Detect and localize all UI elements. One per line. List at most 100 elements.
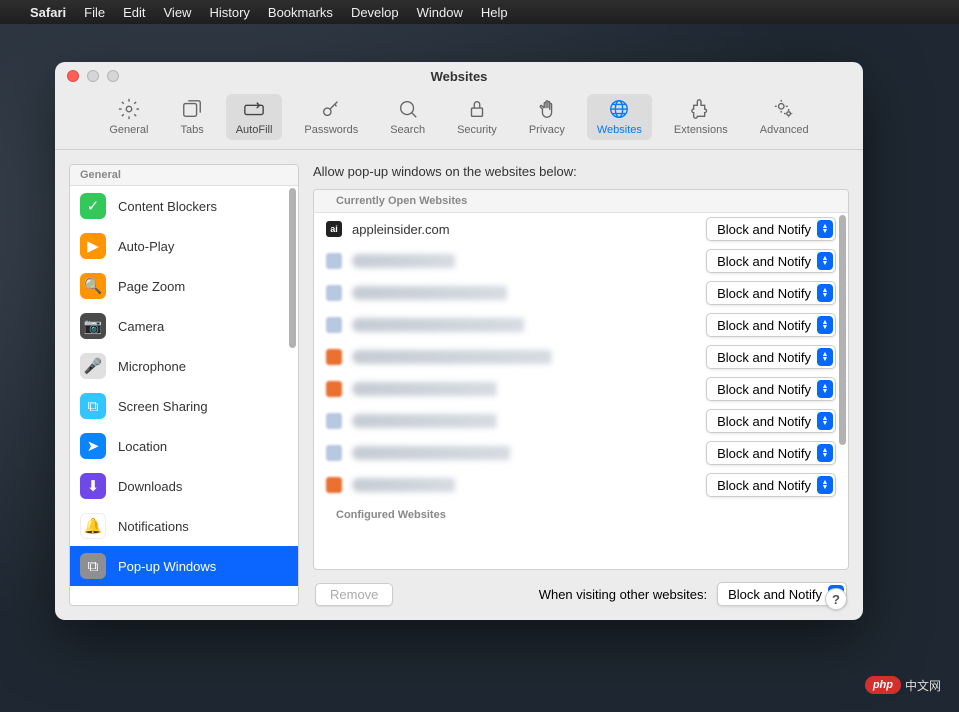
setting-dropdown[interactable]: Block and Notify▲▼ [706, 409, 836, 433]
watermark-badge: php [865, 676, 901, 694]
watermark-text: 中文网 [905, 677, 941, 694]
setting-dropdown[interactable]: Block and Notify▲▼ [706, 281, 836, 305]
sidebar-item-notifications[interactable]: 🔔Notifications [70, 506, 298, 546]
domain-redacted [352, 318, 696, 332]
table-row[interactable]: ai appleinsider.com Block and Notify▲▼ [314, 213, 848, 245]
dropdown-arrows-icon: ▲▼ [817, 444, 833, 462]
table-scrollbar[interactable] [839, 215, 846, 445]
domain-redacted [352, 382, 696, 396]
dropdown-value: Block and Notify [717, 414, 811, 429]
tab-label: General [109, 124, 148, 136]
location-icon: ➤ [80, 433, 106, 459]
tab-label: Security [457, 124, 497, 136]
menu-bookmarks[interactable]: Bookmarks [268, 5, 333, 20]
domain-redacted [352, 254, 696, 268]
preferences-window: Websites General Tabs AutoFill Passwords… [55, 62, 863, 620]
tab-autofill[interactable]: AutoFill [226, 94, 283, 140]
sidebar-item-label: Notifications [118, 519, 189, 534]
window-title: Websites [55, 69, 863, 84]
microphone-icon: 🎤 [80, 353, 106, 379]
menu-edit[interactable]: Edit [123, 5, 145, 20]
tab-privacy[interactable]: Privacy [519, 94, 575, 140]
sidebar-item-content-blockers[interactable]: ✓Content Blockers [70, 186, 298, 226]
menu-file[interactable]: File [84, 5, 105, 20]
menu-window[interactable]: Window [417, 5, 463, 20]
menu-help[interactable]: Help [481, 5, 508, 20]
dropdown-arrows-icon: ▲▼ [817, 220, 833, 238]
sidebar-item-page-zoom[interactable]: 🔍Page Zoom [70, 266, 298, 306]
popup-icon: ⧉ [80, 553, 106, 579]
setting-dropdown[interactable]: Block and Notify▲▼ [706, 473, 836, 497]
tab-advanced[interactable]: Advanced [750, 94, 819, 140]
table-row[interactable]: Block and Notify▲▼ [314, 341, 848, 373]
sidebar-item-label: Content Blockers [118, 199, 217, 214]
puzzle-icon [690, 98, 712, 120]
table-section-header: Currently Open Websites [314, 190, 848, 213]
remove-button[interactable]: Remove [315, 583, 393, 606]
domain-redacted [352, 414, 696, 428]
domain-redacted [352, 478, 696, 492]
sidebar-item-auto-play[interactable]: ▶Auto-Play [70, 226, 298, 266]
close-window-button[interactable] [67, 70, 79, 82]
sidebar-scrollbar[interactable] [289, 188, 296, 348]
tab-extensions[interactable]: Extensions [664, 94, 738, 140]
dropdown-arrows-icon: ▲▼ [817, 476, 833, 494]
favicon-icon [326, 285, 342, 301]
tab-security[interactable]: Security [447, 94, 507, 140]
setting-dropdown[interactable]: Block and Notify▲▼ [706, 377, 836, 401]
setting-dropdown[interactable]: Block and Notify▲▼ [706, 441, 836, 465]
dropdown-value: Block and Notify [717, 254, 811, 269]
sidebar-list[interactable]: ✓Content Blockers ▶Auto-Play 🔍Page Zoom … [70, 186, 298, 605]
tab-tabs[interactable]: Tabs [170, 94, 213, 140]
table-row[interactable]: Block and Notify▲▼ [314, 309, 848, 341]
traffic-lights [67, 70, 119, 82]
tab-label: Privacy [529, 124, 565, 136]
dropdown-arrows-icon: ▲▼ [817, 348, 833, 366]
sidebar-item-popup-windows[interactable]: ⧉Pop-up Windows [70, 546, 298, 586]
menu-history[interactable]: History [209, 5, 249, 20]
camera-icon: 📷 [80, 313, 106, 339]
app-menu[interactable]: Safari [30, 5, 66, 20]
sidebar-item-camera[interactable]: 📷Camera [70, 306, 298, 346]
help-button[interactable]: ? [825, 588, 847, 610]
dropdown-value: Block and Notify [717, 222, 811, 237]
tab-passwords[interactable]: Passwords [294, 94, 368, 140]
domain-redacted [352, 350, 696, 364]
favicon-icon [326, 253, 342, 269]
domain-redacted [352, 446, 696, 460]
table-row[interactable]: Block and Notify▲▼ [314, 405, 848, 437]
panel-heading: Allow pop-up windows on the websites bel… [313, 164, 849, 179]
sidebar: General ✓Content Blockers ▶Auto-Play 🔍Pa… [69, 164, 299, 606]
tab-general[interactable]: General [99, 94, 158, 140]
zoom-window-button[interactable] [107, 70, 119, 82]
dropdown-value: Block and Notify [717, 286, 811, 301]
dropdown-value: Block and Notify [717, 318, 811, 333]
setting-dropdown[interactable]: Block and Notify ▲▼ [706, 217, 836, 241]
sidebar-item-label: Page Zoom [118, 279, 185, 294]
table-row[interactable]: Block and Notify▲▼ [314, 277, 848, 309]
table-row[interactable]: Block and Notify▲▼ [314, 245, 848, 277]
sidebar-item-screen-sharing[interactable]: ⧉Screen Sharing [70, 386, 298, 426]
minimize-window-button[interactable] [87, 70, 99, 82]
sidebar-item-microphone[interactable]: 🎤Microphone [70, 346, 298, 386]
table-row[interactable]: Block and Notify▲▼ [314, 437, 848, 469]
table-row[interactable]: Block and Notify▲▼ [314, 373, 848, 405]
tab-search[interactable]: Search [380, 94, 435, 140]
sidebar-item-downloads[interactable]: ⬇Downloads [70, 466, 298, 506]
window-titlebar[interactable]: Websites [55, 62, 863, 90]
setting-dropdown[interactable]: Block and Notify▲▼ [706, 249, 836, 273]
sidebar-item-location[interactable]: ➤ Location [70, 426, 298, 466]
setting-dropdown[interactable]: Block and Notify▲▼ [706, 313, 836, 337]
watermark: php 中文网 [865, 676, 941, 694]
tab-websites[interactable]: Websites [587, 94, 652, 140]
sidebar-item-label: Location [118, 439, 167, 454]
system-menubar: Safari File Edit View History Bookmarks … [0, 0, 959, 24]
table-section-header-configured: Configured Websites [314, 501, 848, 525]
menu-view[interactable]: View [164, 5, 192, 20]
sidebar-section-header: General [70, 165, 298, 186]
gear-icon [118, 98, 140, 120]
table-body[interactable]: ai appleinsider.com Block and Notify▲▼ B… [314, 213, 848, 569]
setting-dropdown[interactable]: Block and Notify▲▼ [706, 345, 836, 369]
table-row[interactable]: Block and Notify▲▼ [314, 469, 848, 501]
menu-develop[interactable]: Develop [351, 5, 399, 20]
